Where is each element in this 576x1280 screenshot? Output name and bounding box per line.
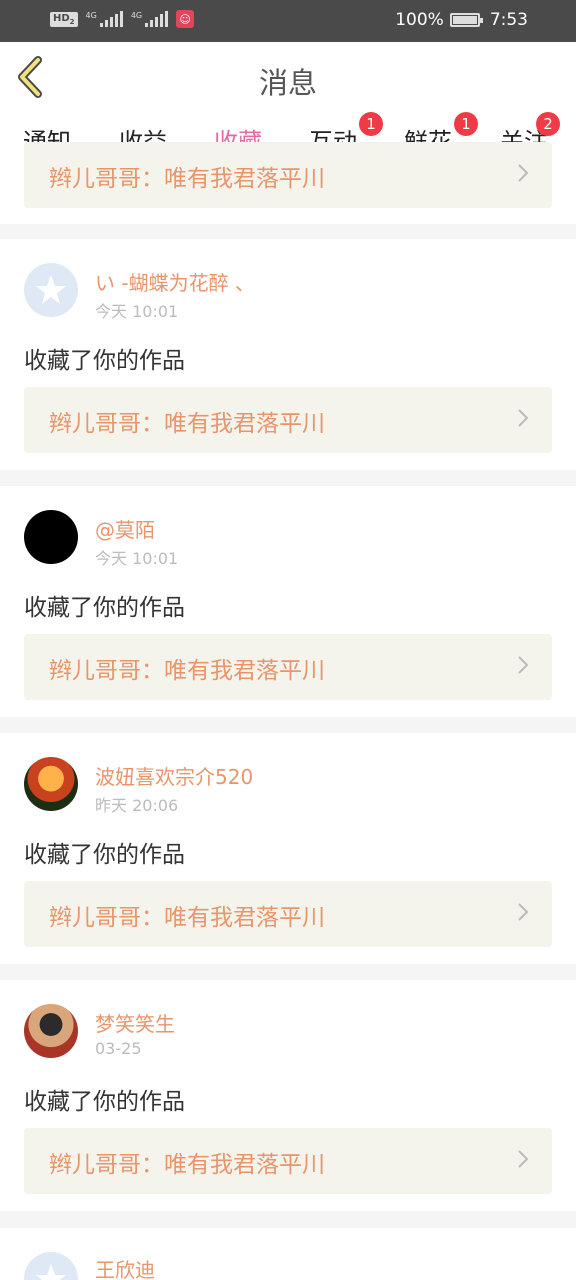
action-text: 收藏了你的作品 bbox=[24, 1089, 185, 1115]
work-title: 辫儿哥哥：唯有我君落平川 bbox=[49, 411, 325, 437]
chevron-right-icon bbox=[518, 903, 529, 921]
list-item: 波妞喜欢宗介520 昨天 20:06 收藏了你的作品 辫儿哥哥：唯有我君落平川 bbox=[0, 733, 576, 964]
avatar[interactable] bbox=[24, 1004, 78, 1058]
list-item: @莫陌 今天 10:01 收藏了你的作品 辫儿哥哥：唯有我君落平川 bbox=[0, 486, 576, 717]
avatar[interactable] bbox=[24, 510, 78, 564]
unread-badge: 1 bbox=[454, 112, 478, 136]
work-link[interactable]: 辫儿哥哥：唯有我君落平川 bbox=[24, 1128, 552, 1194]
timestamp: 03-25 bbox=[95, 1039, 142, 1058]
action-text: 收藏了你的作品 bbox=[24, 595, 185, 621]
work-title: 辫儿哥哥：唯有我君落平川 bbox=[49, 166, 325, 192]
app-notification-icon: ☺ bbox=[176, 10, 195, 28]
list-item: 王欣迪 bbox=[0, 1228, 576, 1280]
clock: 7:53 bbox=[489, 10, 528, 30]
signal-icon: 4G bbox=[86, 11, 123, 27]
work-title: 辫儿哥哥：唯有我君落平川 bbox=[49, 905, 325, 931]
avatar[interactable] bbox=[24, 1252, 78, 1280]
user-name[interactable]: 王欣迪 bbox=[95, 1254, 155, 1280]
work-link[interactable]: 辫儿哥哥：唯有我君落平川 bbox=[24, 881, 552, 947]
user-name[interactable]: 梦笑笑生 bbox=[95, 1008, 175, 1037]
user-name[interactable]: 波妞喜欢宗介520 bbox=[95, 761, 253, 790]
unread-badge: 1 bbox=[359, 112, 383, 136]
status-right: 100% 7:53 bbox=[395, 10, 528, 30]
timestamp: 昨天 20:06 bbox=[95, 796, 179, 815]
timestamp: 今天 10:01 bbox=[95, 302, 179, 321]
work-title: 辫儿哥哥：唯有我君落平川 bbox=[49, 658, 325, 684]
list-item: 辫儿哥哥：唯有我君落平川 bbox=[0, 142, 576, 224]
work-link[interactable]: 辫儿哥哥：唯有我君落平川 bbox=[24, 142, 552, 208]
signal-icon: 4G bbox=[131, 11, 169, 27]
timestamp: 今天 10:01 bbox=[95, 549, 179, 568]
avatar[interactable] bbox=[24, 263, 78, 317]
page-title: 消息 bbox=[258, 66, 317, 100]
list-item: い -蝴蝶为花醉 、 今天 10:01 收藏了你的作品 辫儿哥哥：唯有我君落平川 bbox=[0, 239, 576, 470]
battery-percent: 100% bbox=[395, 10, 444, 30]
battery-icon bbox=[449, 13, 483, 27]
avatar[interactable] bbox=[24, 757, 78, 811]
chevron-right-icon bbox=[518, 656, 529, 674]
chevron-right-icon bbox=[518, 1150, 529, 1168]
work-link[interactable]: 辫儿哥哥：唯有我君落平川 bbox=[24, 634, 552, 700]
status-bar: HD2 4G 4G ☺ 100% 7:53 bbox=[0, 0, 576, 42]
user-name[interactable]: @莫陌 bbox=[95, 514, 155, 543]
unread-badge: 2 bbox=[536, 112, 560, 136]
chevron-right-icon bbox=[518, 164, 529, 182]
chevron-right-icon bbox=[518, 409, 529, 427]
action-text: 收藏了你的作品 bbox=[24, 842, 185, 868]
work-link[interactable]: 辫儿哥哥：唯有我君落平川 bbox=[24, 387, 552, 453]
default-avatar-star-icon bbox=[36, 1264, 66, 1280]
action-text: 收藏了你的作品 bbox=[24, 348, 185, 374]
status-left: HD2 4G 4G ☺ bbox=[50, 10, 195, 28]
work-title: 辫儿哥哥：唯有我君落平川 bbox=[49, 1152, 325, 1178]
default-avatar-star-icon bbox=[36, 275, 66, 304]
list-item: 梦笑笑生 03-25 收藏了你的作品 辫儿哥哥：唯有我君落平川 bbox=[0, 980, 576, 1211]
header: 消息 bbox=[0, 42, 576, 113]
hd-indicator: HD2 bbox=[50, 11, 78, 27]
user-name[interactable]: い -蝴蝶为花醉 、 bbox=[95, 267, 255, 296]
